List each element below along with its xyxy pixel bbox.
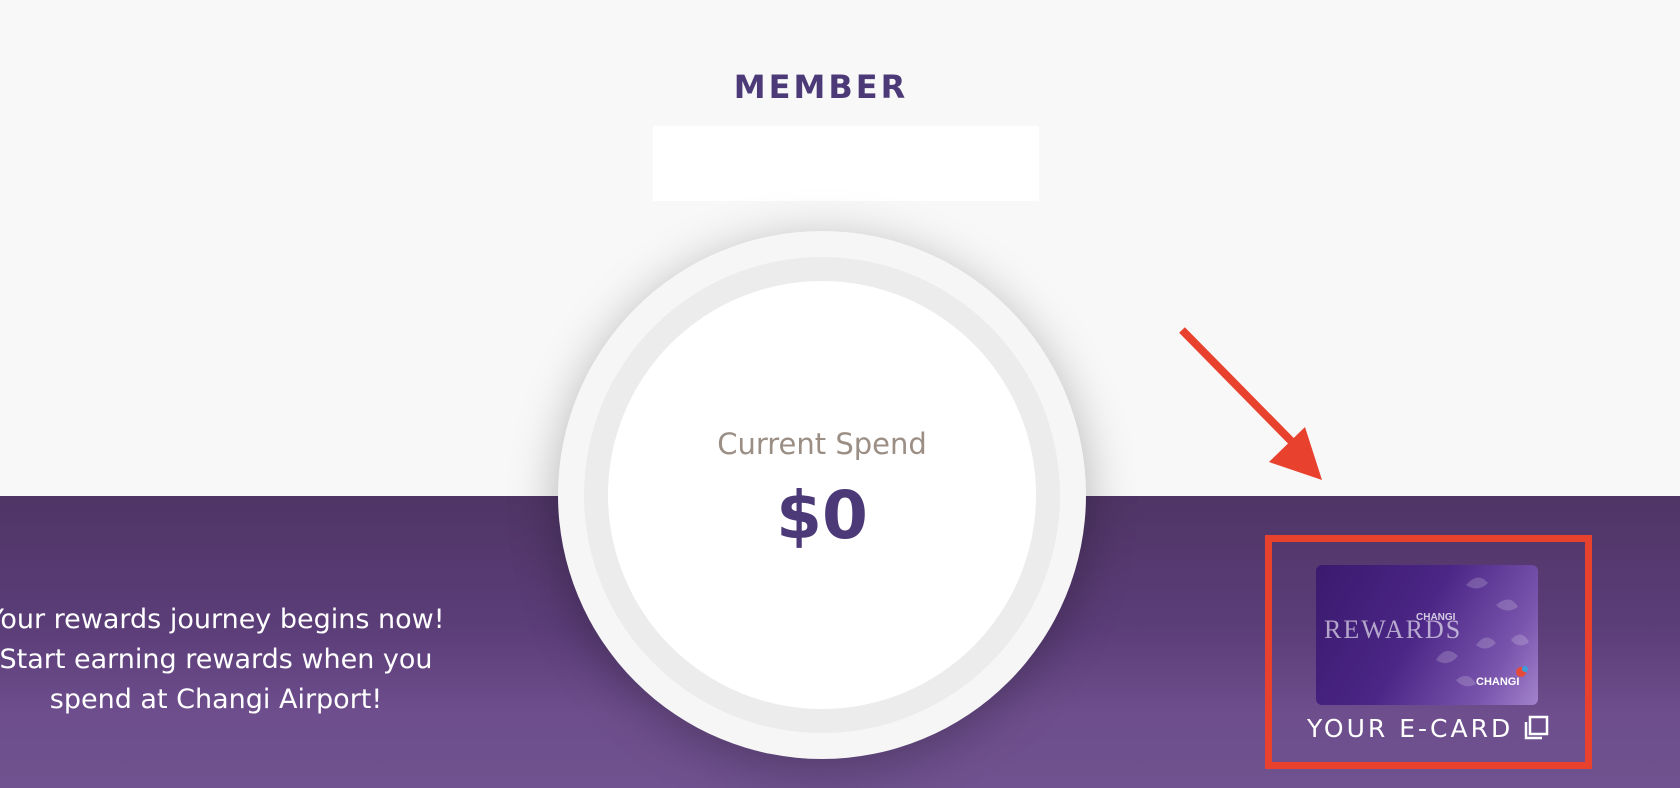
current-spend-ring: Current Spend $0 xyxy=(584,257,1060,733)
ecard-brand-large: REWARDS xyxy=(1324,615,1462,644)
copy-icon[interactable] xyxy=(1523,715,1549,741)
member-name-box xyxy=(653,126,1039,201)
membership-tier-title: MEMBER xyxy=(733,68,909,106)
ecard-logo: CHANGI xyxy=(1476,676,1519,688)
current-spend-label: Current Spend xyxy=(717,427,927,461)
your-ecard-label: YOUR E-CARD xyxy=(1307,713,1514,743)
current-spend-face: Current Spend $0 xyxy=(608,281,1036,709)
your-ecard-link[interactable]: YOUR E-CARD xyxy=(1307,710,1549,746)
rewards-journey-message: Your rewards journey begins now! Start e… xyxy=(0,604,445,715)
ecard-thumbnail[interactable]: CHANGI REWARDS CHANGI xyxy=(1316,565,1538,705)
current-spend-value: $0 xyxy=(776,477,868,554)
current-spend-dial: Current Spend $0 xyxy=(558,231,1086,759)
